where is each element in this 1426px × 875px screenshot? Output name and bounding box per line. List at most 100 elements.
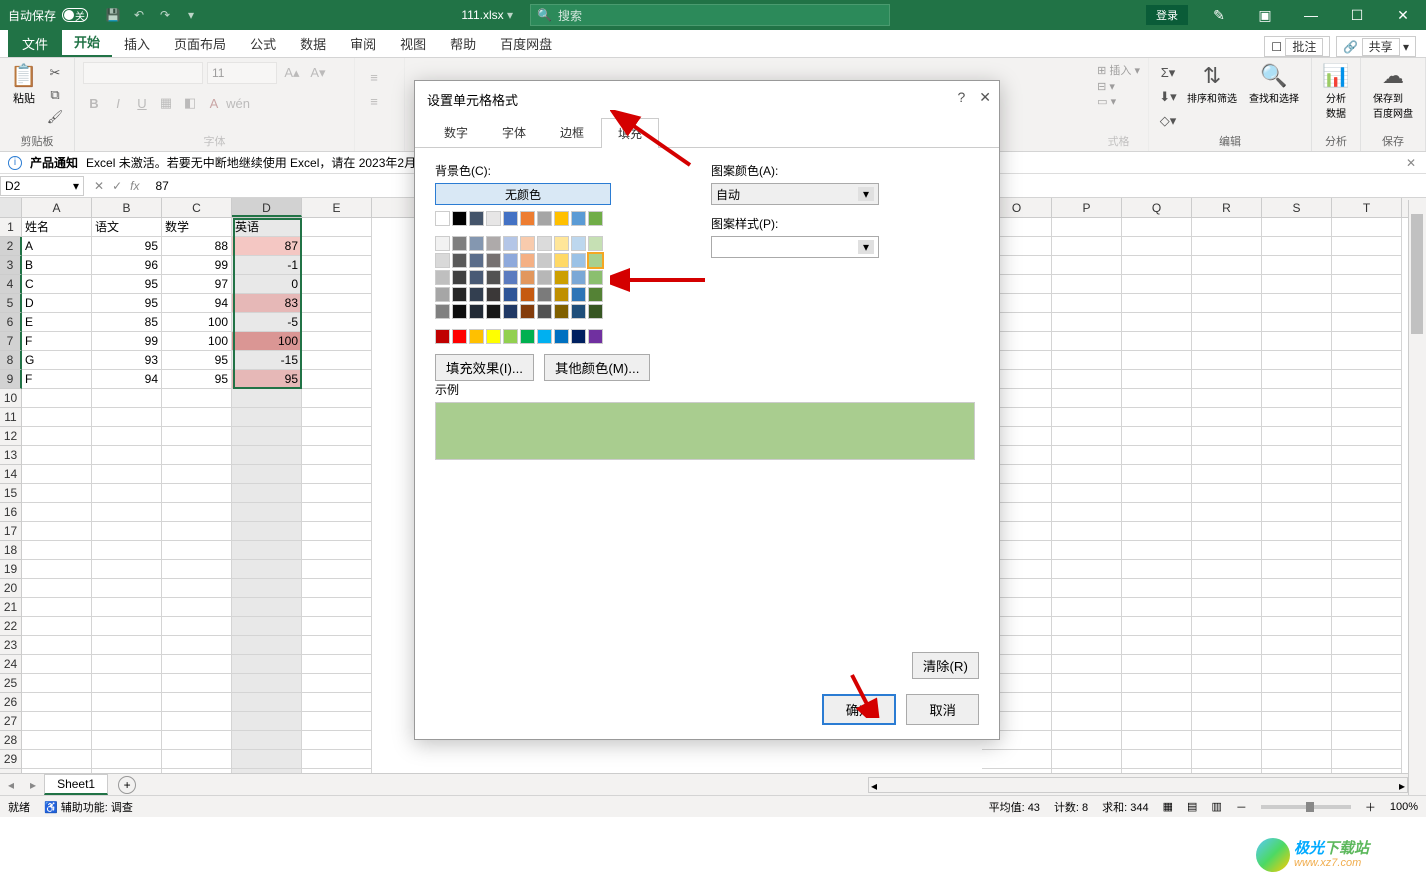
col-header[interactable]: E — [302, 198, 372, 217]
cell[interactable] — [162, 750, 232, 769]
row-header[interactable]: 17 — [0, 522, 22, 541]
cell[interactable] — [1052, 465, 1122, 484]
color-swatch[interactable] — [520, 211, 535, 226]
cell[interactable] — [22, 541, 92, 560]
row-header[interactable]: 7 — [0, 332, 22, 351]
zoom-out-icon[interactable]: － — [1236, 799, 1247, 815]
cell[interactable] — [1052, 256, 1122, 275]
cell[interactable] — [1192, 598, 1262, 617]
cell[interactable] — [92, 541, 162, 560]
cell[interactable] — [1332, 560, 1402, 579]
row-header[interactable]: 5 — [0, 294, 22, 313]
accessibility-status[interactable]: ♿ 辅助功能: 调查 — [44, 799, 133, 815]
cell[interactable] — [1052, 712, 1122, 731]
color-swatch[interactable] — [435, 329, 450, 344]
cell[interactable]: 95 — [232, 370, 302, 389]
cell[interactable] — [302, 598, 372, 617]
cell[interactable] — [1262, 693, 1332, 712]
cell[interactable] — [1332, 446, 1402, 465]
cell[interactable] — [92, 408, 162, 427]
cell[interactable] — [1192, 655, 1262, 674]
cell[interactable]: 83 — [232, 294, 302, 313]
format-painter-icon[interactable]: 🖌 — [44, 106, 66, 128]
cell[interactable] — [1192, 541, 1262, 560]
cell[interactable]: -15 — [232, 351, 302, 370]
cell[interactable] — [1122, 408, 1192, 427]
maximize-icon[interactable]: ☐ — [1334, 0, 1380, 30]
row-header[interactable]: 25 — [0, 674, 22, 693]
cell[interactable] — [22, 408, 92, 427]
cell[interactable] — [1122, 332, 1192, 351]
phonetic-icon[interactable]: wén — [227, 92, 249, 114]
cell[interactable] — [162, 769, 232, 773]
color-swatch[interactable] — [588, 304, 603, 319]
cell[interactable] — [22, 427, 92, 446]
cell[interactable] — [232, 389, 302, 408]
cell[interactable] — [1192, 389, 1262, 408]
cell[interactable] — [22, 579, 92, 598]
cell[interactable]: 95 — [92, 294, 162, 313]
cell[interactable] — [982, 750, 1052, 769]
row-header[interactable]: 18 — [0, 541, 22, 560]
cell[interactable] — [232, 465, 302, 484]
cell[interactable] — [1192, 503, 1262, 522]
cell[interactable] — [162, 617, 232, 636]
cell[interactable] — [1192, 332, 1262, 351]
cell[interactable] — [162, 446, 232, 465]
cell[interactable] — [162, 427, 232, 446]
cell[interactable] — [1332, 389, 1402, 408]
cell[interactable] — [1052, 351, 1122, 370]
cell[interactable]: F — [22, 332, 92, 351]
cell[interactable]: 88 — [162, 237, 232, 256]
search-box[interactable]: 🔍 搜索 — [530, 4, 890, 26]
align-left-icon[interactable]: ≡ — [363, 90, 385, 112]
cell[interactable] — [1122, 636, 1192, 655]
cell[interactable] — [1332, 541, 1402, 560]
cell[interactable] — [92, 579, 162, 598]
cell[interactable] — [302, 389, 372, 408]
color-swatch[interactable] — [554, 329, 569, 344]
color-swatch[interactable] — [486, 304, 501, 319]
dialog-tab-font[interactable]: 字体 — [485, 117, 543, 147]
col-header[interactable]: R — [1192, 198, 1262, 217]
color-swatch[interactable] — [486, 329, 501, 344]
cell[interactable] — [1262, 655, 1332, 674]
cell[interactable] — [302, 256, 372, 275]
tab-layout[interactable]: 页面布局 — [162, 30, 238, 57]
cell[interactable] — [1052, 275, 1122, 294]
cell[interactable] — [302, 408, 372, 427]
zoom-level[interactable]: 100% — [1390, 801, 1418, 813]
color-swatch[interactable] — [571, 304, 586, 319]
cell[interactable] — [92, 484, 162, 503]
cell[interactable] — [1332, 275, 1402, 294]
cell[interactable] — [1262, 522, 1332, 541]
cell[interactable] — [302, 769, 372, 773]
cell[interactable] — [1192, 693, 1262, 712]
cell[interactable] — [1262, 636, 1332, 655]
cell[interactable] — [1122, 484, 1192, 503]
col-header[interactable]: D — [232, 198, 302, 217]
cell[interactable] — [92, 731, 162, 750]
cell[interactable] — [1192, 674, 1262, 693]
cell[interactable] — [982, 769, 1052, 773]
cell[interactable] — [1052, 370, 1122, 389]
cell[interactable] — [92, 674, 162, 693]
cell[interactable] — [232, 522, 302, 541]
cell[interactable] — [1122, 731, 1192, 750]
cell[interactable]: C — [22, 275, 92, 294]
sort-filter-button[interactable]: ⇅ 排序和筛选 — [1183, 62, 1241, 107]
cell[interactable] — [1332, 674, 1402, 693]
cell[interactable] — [302, 522, 372, 541]
cell[interactable] — [162, 712, 232, 731]
dialog-help-icon[interactable]: ? — [957, 89, 965, 106]
cell[interactable] — [1262, 484, 1332, 503]
color-swatch[interactable] — [469, 211, 484, 226]
cell[interactable]: 语文 — [92, 218, 162, 237]
cell[interactable] — [92, 636, 162, 655]
cell[interactable] — [1052, 598, 1122, 617]
color-swatch[interactable] — [520, 329, 535, 344]
color-swatch[interactable] — [503, 211, 518, 226]
cell[interactable] — [1192, 427, 1262, 446]
color-swatch[interactable] — [486, 270, 501, 285]
border-icon[interactable]: ▦ — [155, 92, 177, 114]
